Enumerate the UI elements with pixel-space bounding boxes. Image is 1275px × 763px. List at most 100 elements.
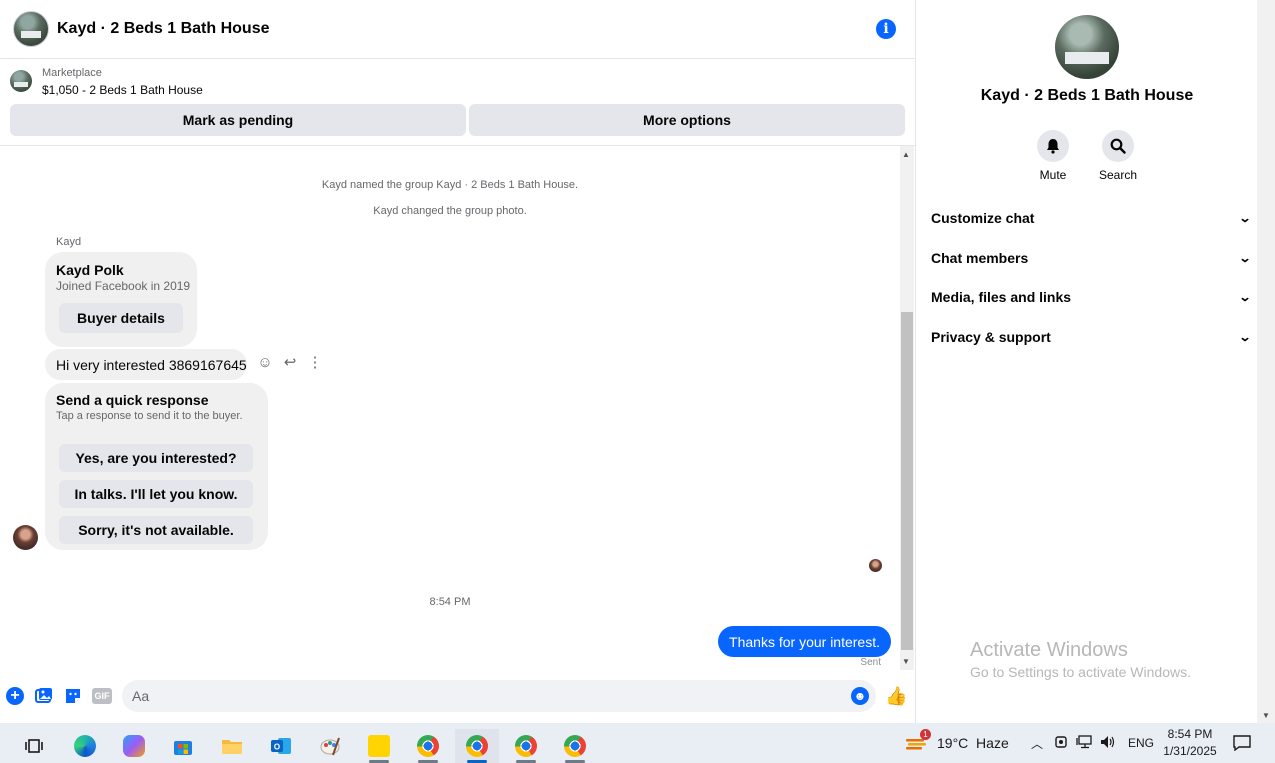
section-privacy-support[interactable]: Privacy & support ⌄: [931, 325, 1253, 349]
scroll-thumb[interactable]: [901, 312, 913, 650]
outlook-icon[interactable]: O: [259, 729, 303, 763]
plus-icon[interactable]: +: [6, 687, 24, 705]
quick-response-button[interactable]: In talks. I'll let you know.: [59, 480, 253, 508]
weather-widget[interactable]: 1 19°C Haze: [905, 723, 1009, 763]
buyer-profile-card: Kayd Polk Joined Facebook in 2019 Buyer …: [45, 252, 197, 347]
profile-joined: Joined Facebook in 2019: [56, 279, 191, 293]
quick-response-button[interactable]: Sorry, it's not available.: [59, 516, 253, 544]
gif-icon[interactable]: GIF: [92, 688, 112, 704]
more-options-button[interactable]: More options: [469, 104, 905, 136]
buyer-details-button[interactable]: Buyer details: [59, 303, 183, 333]
sender-avatar[interactable]: [13, 525, 38, 550]
marketplace-banner: Marketplace $1,050 - 2 Beds 1 Bath House…: [0, 59, 916, 146]
emoji-icon[interactable]: ☻: [851, 687, 869, 705]
mark-as-pending-button[interactable]: Mark as pending: [10, 104, 466, 136]
store-icon[interactable]: [161, 729, 205, 763]
system-tray: ︿ ENG: [1030, 723, 1154, 763]
profile-name: Kayd Polk: [56, 262, 124, 278]
system-message: Kayd named the group Kayd · 2 Beds 1 Bat…: [321, 179, 579, 191]
messenger-app: Kayd · 2 Beds 1 Bath House i Marketplace…: [0, 0, 1275, 723]
section-label: Customize chat: [931, 210, 1035, 226]
quick-response-card: Send a quick response Tap a response to …: [45, 383, 268, 550]
smile-icon[interactable]: ☺: [257, 355, 273, 371]
edge-icon[interactable]: [63, 729, 107, 763]
incoming-message[interactable]: Hi very interested 3869167645: [45, 349, 247, 380]
mute-label: Mute: [1039, 168, 1067, 182]
section-chat-members[interactable]: Chat members ⌄: [931, 246, 1253, 270]
sticker-icon[interactable]: [64, 687, 82, 705]
bell-icon[interactable]: [1037, 130, 1069, 162]
search-button[interactable]: Search: [1088, 130, 1148, 182]
composer: + GIF ☻ 👍: [0, 676, 916, 716]
chrome-profile-icon[interactable]: [455, 729, 499, 763]
chrome-icon[interactable]: [406, 729, 450, 763]
message-actions: ☺ ↩ ⋮: [257, 355, 323, 371]
section-label: Media, files and links: [931, 289, 1072, 305]
task-view-icon[interactable]: [12, 729, 56, 763]
clock-time: 8:54 PM: [1167, 727, 1213, 741]
paint-icon[interactable]: [308, 729, 352, 763]
section-media-files-links[interactable]: Media, files and links ⌄: [931, 285, 1253, 309]
chevron-up-icon[interactable]: ︿: [1030, 735, 1044, 752]
weather-icon: 1: [905, 729, 931, 752]
section-customize-chat[interactable]: Customize chat ⌄: [931, 206, 1253, 230]
language-indicator[interactable]: ENG: [1128, 736, 1154, 750]
system-message: Kayd changed the group photo.: [373, 205, 527, 217]
svg-text:O: O: [274, 743, 280, 752]
chevron-down-icon[interactable]: ⌄: [1237, 212, 1253, 224]
thumbs-up-icon[interactable]: 👍: [885, 686, 907, 706]
info-title: Kayd · 2 Beds 1 Bath House: [980, 87, 1194, 104]
quick-response-title: Send a quick response: [56, 392, 209, 408]
outgoing-message[interactable]: Thanks for your interest.: [718, 626, 891, 657]
quick-response-button[interactable]: Yes, are you interested?: [59, 444, 253, 472]
chat-header: Kayd · 2 Beds 1 Bath House i: [0, 0, 916, 59]
seen-by-avatar: [869, 559, 882, 572]
group-photo[interactable]: [1055, 15, 1119, 79]
chevron-down-icon[interactable]: ⌄: [1237, 291, 1253, 303]
search-label: Search: [1098, 168, 1138, 182]
message-input[interactable]: [122, 680, 876, 712]
quick-response-subtitle: Tap a response to send it to the buyer.: [56, 410, 243, 422]
notifications-icon[interactable]: [1233, 723, 1251, 763]
activate-windows-title: Activate Windows: [970, 639, 1128, 661]
sender-name: Kayd: [56, 236, 82, 248]
listing-title[interactable]: $1,050 - 2 Beds 1 Bath House: [42, 83, 203, 97]
sticky-notes-icon[interactable]: [357, 729, 401, 763]
scroll-down-icon[interactable]: ▼: [902, 657, 910, 666]
chevron-down-icon[interactable]: ⌄: [1237, 252, 1253, 264]
section-label: Privacy & support: [931, 329, 1051, 345]
message-scrollbar[interactable]: ▲ ▼: [900, 146, 914, 670]
search-icon[interactable]: [1102, 130, 1134, 162]
clock[interactable]: 8:54 PM 1/31/2025: [1158, 726, 1222, 760]
weather-text: 19°C Haze: [937, 735, 1009, 751]
chrome-profile-icon[interactable]: [553, 729, 597, 763]
more-vertical-icon[interactable]: ⋮: [307, 355, 323, 371]
copilot-icon[interactable]: [112, 729, 156, 763]
meet-icon[interactable]: [1054, 735, 1068, 752]
weather-badge: 1: [920, 729, 931, 740]
network-icon[interactable]: [1076, 734, 1092, 752]
page-scrollbar[interactable]: ▼: [1257, 0, 1275, 723]
message-timestamp: 8:54 PM: [429, 596, 471, 608]
photo-icon[interactable]: [35, 687, 53, 705]
message-list: Kayd named the group Kayd · 2 Beds 1 Bat…: [0, 146, 900, 670]
reply-icon[interactable]: ↩: [282, 355, 298, 371]
chevron-down-icon[interactable]: ⌄: [1237, 331, 1253, 343]
info-icon[interactable]: i: [876, 19, 896, 39]
clock-date: 1/31/2025: [1163, 744, 1217, 758]
scroll-up-icon[interactable]: ▲: [902, 150, 910, 159]
chat-pane: Kayd · 2 Beds 1 Bath House i Marketplace…: [0, 0, 916, 723]
chat-title[interactable]: Kayd · 2 Beds 1 Bath House: [57, 20, 270, 38]
volume-icon[interactable]: [1100, 735, 1116, 752]
marketplace-label: Marketplace: [42, 67, 102, 79]
file-explorer-icon[interactable]: [210, 729, 254, 763]
section-label: Chat members: [931, 250, 1029, 266]
group-avatar[interactable]: [13, 11, 49, 47]
sent-status: Sent: [860, 657, 881, 668]
chrome-profile-icon[interactable]: [504, 729, 548, 763]
listing-thumbnail[interactable]: [10, 70, 32, 92]
scroll-down-icon[interactable]: ▼: [1262, 711, 1270, 720]
chat-info-pane: Kayd · 2 Beds 1 Bath House Mute Search C…: [917, 0, 1257, 723]
taskbar: O 1 19°C Haze ︿ ENG 8:54 PM 1/31/2025: [0, 723, 1275, 763]
mute-button[interactable]: Mute: [1023, 130, 1083, 182]
